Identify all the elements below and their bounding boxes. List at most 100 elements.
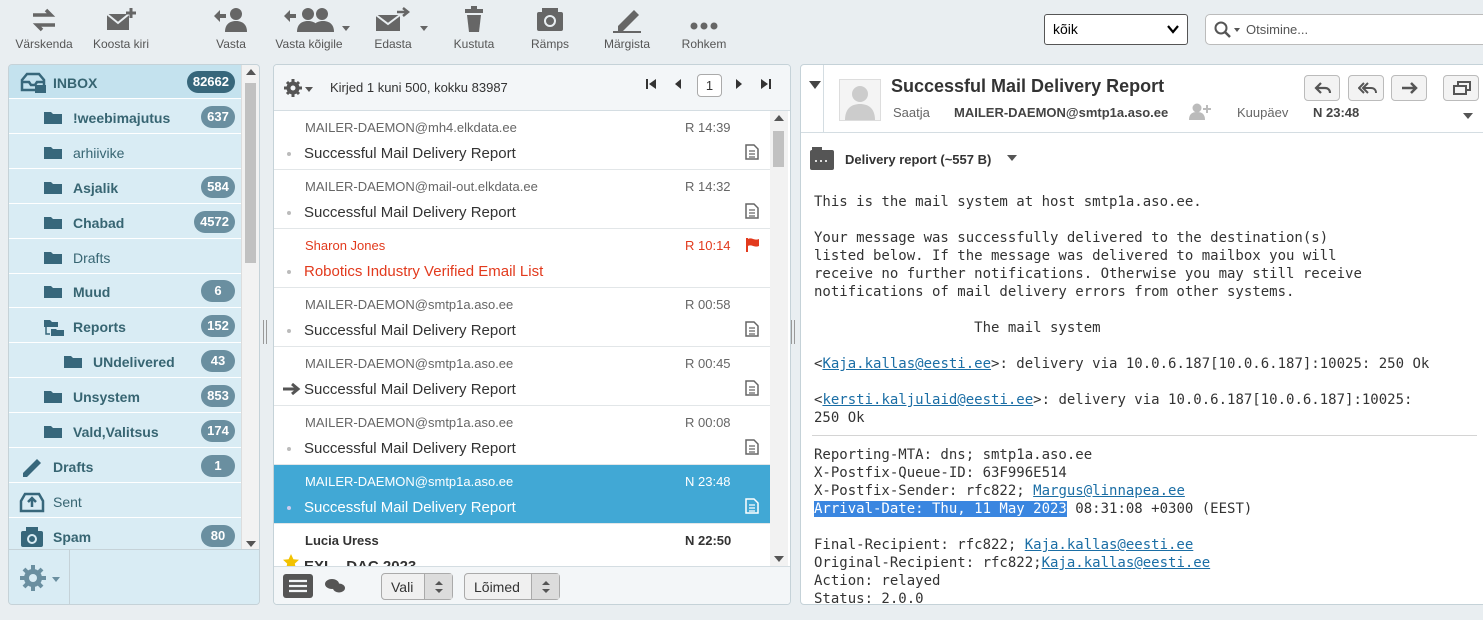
page-number-input[interactable]: 1 <box>697 74 722 97</box>
folder-sent[interactable]: Sent <box>9 484 241 518</box>
compose-button[interactable]: Koosta kiri <box>89 6 153 56</box>
message-row-flagged[interactable]: Sharon Jones R 10:14 Robotics Industry V… <box>274 229 770 288</box>
list-options-gear-icon[interactable] <box>284 78 316 98</box>
reply-button[interactable]: Vasta <box>206 6 256 56</box>
folder-scrollbar[interactable] <box>241 65 259 551</box>
folder-drafts[interactable]: Drafts 1 <box>9 449 241 483</box>
sender-address[interactable]: MAILER-DAEMON@smtp1a.aso.ee <box>954 105 1168 120</box>
recipient-link[interactable]: Kaja.kallas@eesti.ee <box>1025 537 1194 553</box>
reply-all-button[interactable]: Vasta kõigile <box>272 6 350 56</box>
folder-vald-valitsus[interactable]: Vald,Valitsus 174 <box>9 414 241 448</box>
reply-all-button[interactable] <box>1348 75 1384 101</box>
list-splitter[interactable] <box>791 320 797 344</box>
threads-spinner[interactable] <box>531 574 559 599</box>
message-row[interactable]: MAILER-DAEMON@smtp1a.aso.ee R 00:08 Succ… <box>274 406 770 465</box>
list-view-icon[interactable] <box>282 573 314 599</box>
folder-reports[interactable]: Reports 152 <box>9 309 241 343</box>
recipient-link[interactable]: Kaja.kallas@eesti.ee <box>1042 555 1211 571</box>
attachment-menu-caret-icon[interactable] <box>1007 155 1017 161</box>
settings-gear-icon[interactable] <box>19 564 69 592</box>
filter-select[interactable]: kõik <box>1044 14 1188 45</box>
forward-icon <box>375 7 411 31</box>
read-status-dot[interactable] <box>287 270 291 274</box>
folder-inbox[interactable]: INBOX 82662 <box>9 65 241 99</box>
folder-label: Muud <box>73 284 111 300</box>
unread-count-badge: 4572 <box>194 211 235 233</box>
scroll-thumb[interactable] <box>773 131 784 167</box>
reply-button[interactable] <box>1304 75 1340 101</box>
attachment-row[interactable]: Delivery report (~557 B) <box>809 147 1017 171</box>
scroll-down-icon[interactable] <box>774 556 784 562</box>
collapse-header-icon[interactable] <box>809 81 821 89</box>
list-footer: Vali Lõimed <box>274 566 790 604</box>
folder-weebimajutus[interactable]: !weebimajutus 637 <box>9 100 241 134</box>
add-contact-icon[interactable] <box>1188 102 1212 120</box>
read-status-dot[interactable] <box>287 211 291 215</box>
selected-text-highlight[interactable]: Arrival-Date: Thu, 11 May 2023 <box>814 501 1067 517</box>
sender-link[interactable]: Margus@linnapea.ee <box>1033 483 1185 499</box>
folder-muud[interactable]: Muud 6 <box>9 274 241 308</box>
previous-page-icon[interactable] <box>673 78 683 90</box>
scroll-up-icon[interactable] <box>774 115 784 121</box>
scroll-thumb[interactable] <box>245 83 256 263</box>
recipient-link[interactable]: kersti.kaljulaid@eesti.ee <box>822 392 1033 408</box>
message-row[interactable]: MAILER-DAEMON@smtp1a.aso.ee R 00:58 Succ… <box>274 288 770 347</box>
message-row[interactable]: MAILER-DAEMON@mail-out.elkdata.ee R 14:3… <box>274 170 770 229</box>
message-date: R 14:39 <box>685 120 731 135</box>
recipient-link[interactable]: Kaja.kallas@eesti.ee <box>822 356 991 372</box>
more-options-caret-icon[interactable] <box>1463 113 1473 119</box>
scroll-up-icon[interactable] <box>246 69 256 75</box>
folder-arhiivike[interactable]: arhiivike <box>9 135 241 169</box>
star-icon[interactable] <box>282 553 300 566</box>
junk-label: Rämps <box>530 37 569 51</box>
flag-icon[interactable] <box>745 237 761 253</box>
next-page-icon[interactable] <box>734 78 744 90</box>
final-recipient-label: Final-Recipient: rfc822; <box>814 537 1025 553</box>
folder-undelivered[interactable]: UNdelivered 43 <box>9 344 241 378</box>
folder-drafts-sub[interactable]: Drafts <box>9 240 241 274</box>
select-spinner[interactable] <box>424 574 452 599</box>
read-status-dot[interactable] <box>287 152 291 156</box>
last-page-icon[interactable] <box>760 78 772 90</box>
scroll-down-icon[interactable] <box>246 541 256 547</box>
threads-menu[interactable]: Lõimed <box>464 573 560 600</box>
folder-unsystem[interactable]: Unsystem 853 <box>9 379 241 413</box>
forward-button[interactable] <box>1391 75 1427 101</box>
refresh-button[interactable]: Värskenda <box>12 6 76 56</box>
folder-asjalik[interactable]: Asjalik 584 <box>9 170 241 204</box>
first-page-icon[interactable] <box>645 78 657 90</box>
compose-icon <box>106 8 136 30</box>
message-date: N 23:48 <box>1313 105 1360 120</box>
search-input[interactable]: Otsimine... <box>1205 14 1483 45</box>
message-row-selected[interactable]: MAILER-DAEMON@smtp1a.aso.ee N 23:48 Succ… <box>274 465 770 524</box>
forward-button[interactable]: Edasta <box>370 6 428 56</box>
message-row[interactable]: MAILER-DAEMON@mh4.elkdata.ee R 14:39 Suc… <box>274 111 770 170</box>
folder-icon <box>44 286 62 298</box>
message-list: Kirjed 1 kuni 500, kokku 83987 1 MAILER-… <box>273 64 791 605</box>
message-sender: MAILER-DAEMON@mh4.elkdata.ee <box>305 120 517 135</box>
read-status-dot[interactable] <box>287 447 291 451</box>
reply-all-icon <box>284 8 334 32</box>
folder-chabad[interactable]: Chabad 4572 <box>9 205 241 239</box>
list-scrollbar[interactable] <box>770 111 788 566</box>
message-row-forwarded[interactable]: MAILER-DAEMON@smtp1a.aso.ee R 00:45 Succ… <box>274 347 770 406</box>
delete-button[interactable]: Kustuta <box>450 6 498 56</box>
junk-button[interactable]: Rämps <box>527 6 573 56</box>
folder-label: arhiivike <box>73 145 125 161</box>
message-body: This is the mail system at host smtp1a.a… <box>812 193 1483 604</box>
read-status-dot[interactable] <box>287 506 291 510</box>
folder-label: !weebimajutus <box>73 110 171 126</box>
reply-all-dropdown-icon[interactable] <box>342 26 350 31</box>
open-in-new-window-button[interactable] <box>1443 75 1479 101</box>
folder-spam[interactable]: Spam 80 <box>9 519 241 553</box>
report-attachment-icon <box>745 439 759 455</box>
select-menu[interactable]: Vali <box>381 573 453 600</box>
threads-view-icon[interactable] <box>324 576 346 594</box>
forward-dropdown-icon[interactable] <box>420 26 428 31</box>
folder-splitter[interactable] <box>263 320 269 344</box>
mark-button[interactable]: Märgista <box>601 6 653 56</box>
read-status-dot[interactable] <box>287 329 291 333</box>
more-button[interactable]: Rohkem <box>678 6 730 56</box>
mark-label: Märgista <box>603 37 650 51</box>
message-row-unread[interactable]: Lucia Uress N 22:50 EXL - DAC 2023 <box>274 524 770 566</box>
